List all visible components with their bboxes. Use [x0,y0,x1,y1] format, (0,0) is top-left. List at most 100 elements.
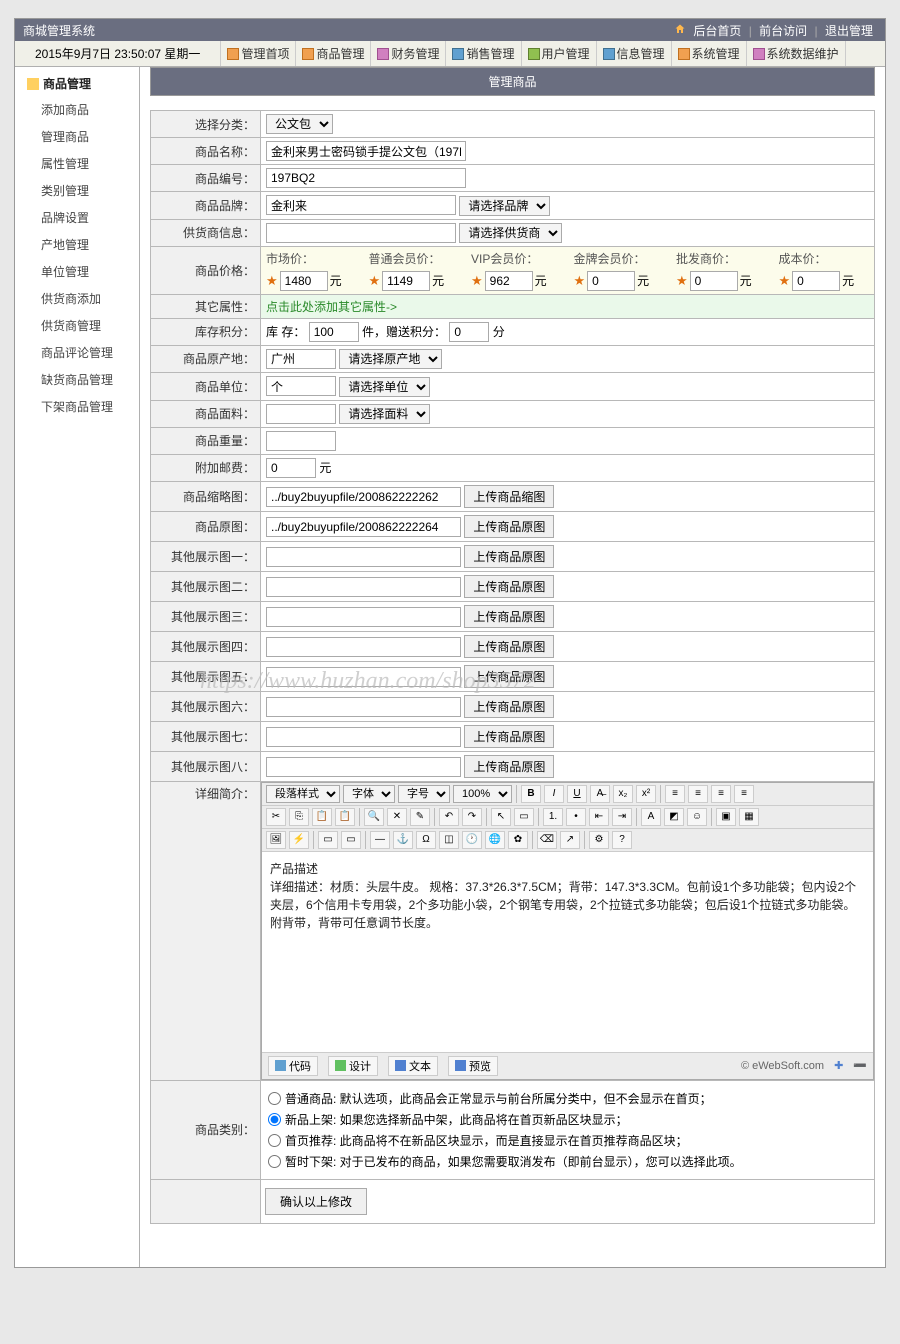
supplier-input[interactable] [266,223,456,243]
bg-color-icon[interactable]: ◩ [664,808,684,826]
design-tab[interactable]: 设计 [328,1056,378,1076]
submit-button[interactable]: 确认以上修改 [265,1188,367,1215]
export-icon[interactable]: ↗ [560,831,580,849]
brush-icon[interactable]: ✎ [410,808,430,826]
upload-ex7-button[interactable]: 上传商品原图 [464,725,554,748]
sidebar-item[interactable]: 缺货商品管理 [15,366,139,393]
text-tab[interactable]: 文本 [388,1056,438,1076]
code-input[interactable] [266,168,466,188]
upload-ex8-button[interactable]: 上传商品原图 [464,755,554,778]
text-color-icon[interactable]: A [641,808,661,826]
strike-icon[interactable]: A̶ [590,785,610,803]
sidebar-item[interactable]: 供货商添加 [15,285,139,312]
sidebar-item[interactable]: 商品评论管理 [15,339,139,366]
weight-input[interactable] [266,431,336,451]
ptype-option1[interactable]: 普通商品: 默认选项，此商品会正常显示与前台所属分类中，但不会显示在首页； [268,1090,867,1107]
paste-text-icon[interactable]: 📋 [335,808,355,826]
align-right-icon[interactable]: ≡ [711,785,731,803]
sidebar-item[interactable]: 下架商品管理 [15,393,139,420]
sidebar-item[interactable]: 产地管理 [15,231,139,258]
ex7-input[interactable] [266,727,461,747]
ship-input[interactable] [266,458,316,478]
upload-orig-button[interactable]: 上传商品原图 [464,515,554,538]
settings-icon[interactable]: ⚙ [589,831,609,849]
align-center-icon[interactable]: ≡ [688,785,708,803]
underline-icon[interactable]: U [567,785,587,803]
preview-tab[interactable]: 预览 [448,1056,498,1076]
copy-icon[interactable]: ⎘ [289,808,309,826]
nav-item[interactable]: 销售管理 [446,41,521,66]
sidebar-item[interactable]: 添加商品 [15,96,139,123]
para-style-select[interactable]: 段落样式 [266,785,340,803]
upload-ex1-button[interactable]: 上传商品原图 [464,545,554,568]
sidebar-item[interactable]: 单位管理 [15,258,139,285]
bold-icon[interactable]: B [521,785,541,803]
editor-content[interactable]: 产品描述 详细描述：材质：头层牛皮。 规格：37.3*26.3*7.5CM；背带… [262,852,873,1052]
page-icon[interactable]: ◫ [439,831,459,849]
cut-icon[interactable]: ✂ [266,808,286,826]
nav-item[interactable]: 信息管理 [597,41,672,66]
sidebar-item[interactable]: 供货商管理 [15,312,139,339]
brand-input[interactable] [266,195,456,215]
upload-ex3-button[interactable]: 上传商品原图 [464,605,554,628]
hr-icon[interactable]: — [370,831,390,849]
emoji-icon[interactable]: ☺ [687,808,707,826]
sidebar-item[interactable]: 属性管理 [15,150,139,177]
nav-item[interactable]: 管理首项 [221,41,296,66]
ex8-input[interactable] [266,757,461,777]
sidebar-item[interactable]: 品牌设置 [15,204,139,231]
origin-input[interactable] [266,349,336,369]
clean-icon[interactable]: ⌫ [537,831,557,849]
ex3-input[interactable] [266,607,461,627]
flash-icon[interactable]: ⚡ [289,831,309,849]
redo-icon[interactable]: ↷ [462,808,482,826]
upload-ex4-button[interactable]: 上传商品原图 [464,635,554,658]
video-icon[interactable]: ▭ [318,831,338,849]
art-icon[interactable]: ✿ [508,831,528,849]
member-price-input[interactable] [382,271,430,291]
size-select[interactable]: 字号 [398,785,450,803]
ul-icon[interactable]: • [566,808,586,826]
media-icon[interactable]: ▭ [341,831,361,849]
ex1-input[interactable] [266,547,461,567]
ex6-input[interactable] [266,697,461,717]
lang-icon[interactable]: 🌐 [485,831,505,849]
cost-price-input[interactable] [792,271,840,291]
indent-icon[interactable]: ⇥ [612,808,632,826]
delete-icon[interactable]: ✕ [387,808,407,826]
find-icon[interactable]: 🔍 [364,808,384,826]
link-front-visit[interactable]: 前台访问 [755,24,811,38]
help-icon[interactable]: ? [612,831,632,849]
name-input[interactable] [266,141,466,161]
time-icon[interactable]: 🕐 [462,831,482,849]
table-icon[interactable]: ▦ [739,808,759,826]
select-icon[interactable]: ▭ [514,808,534,826]
thumb-input[interactable] [266,487,461,507]
sidebar-item[interactable]: 管理商品 [15,123,139,150]
category-select[interactable]: 公文包 [266,114,333,134]
zoom-select[interactable]: 100% [453,785,512,803]
upload-ex2-button[interactable]: 上传商品原图 [464,575,554,598]
unit-select[interactable]: 请选择单位 [339,377,430,397]
italic-icon[interactable]: I [544,785,564,803]
paste-icon[interactable]: 📋 [312,808,332,826]
ex5-input[interactable] [266,667,461,687]
stock-input[interactable] [309,322,359,342]
sidebar-item[interactable]: 类别管理 [15,177,139,204]
origin-select[interactable]: 请选择原产地 [339,349,442,369]
ptype-option3[interactable]: 首页推荐: 此商品将不在新品区块显示，而是直接显示在首页推荐商品区块； [268,1132,867,1149]
nav-item[interactable]: 财务管理 [371,41,446,66]
anchor-icon[interactable]: ⚓ [393,831,413,849]
ptype-option2[interactable]: 新品上架: 如果您选择新品中架，此商品将在首页新品区块显示； [268,1111,867,1128]
nav-item[interactable]: 用户管理 [522,41,597,66]
ptype-option4[interactable]: 暂时下架: 对于已发布的商品，如果您需要取消发布（即前台显示），您可以选择此项。 [268,1153,867,1170]
nav-item[interactable]: 系统数据维护 [747,41,846,66]
nav-item[interactable]: 系统管理 [672,41,747,66]
supplier-select[interactable]: 请选择供货商 [459,223,562,243]
ol-icon[interactable]: 1. [543,808,563,826]
special-icon[interactable]: Ω [416,831,436,849]
unit-input[interactable] [266,376,336,396]
code-tab[interactable]: 代码 [268,1056,318,1076]
upload-ex6-button[interactable]: 上传商品原图 [464,695,554,718]
expand-icon[interactable]: ✚ [834,1059,843,1072]
